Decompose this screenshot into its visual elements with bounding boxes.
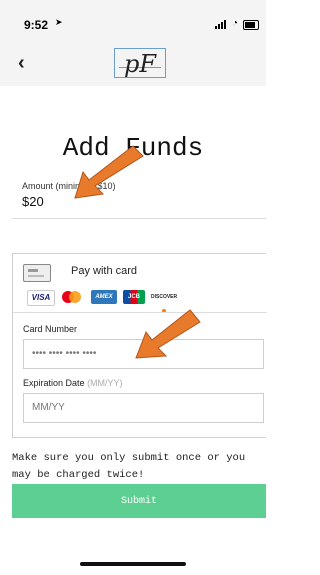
status-bar: 9:52 ➤ ◔ xyxy=(0,0,266,44)
battery-icon xyxy=(243,20,259,30)
home-indicator xyxy=(80,562,186,566)
amex-logo-icon: AMEX xyxy=(91,290,117,304)
expiration-date-input[interactable]: MM/YY xyxy=(23,393,264,423)
logo: pF xyxy=(114,48,166,78)
discover-logo-text: DISCOVER xyxy=(151,294,178,300)
amount-input[interactable]: $20 xyxy=(22,194,44,209)
card-number-label: Card Number xyxy=(23,324,78,334)
submit-button[interactable]: Submit xyxy=(12,484,266,518)
credit-card-icon xyxy=(23,264,51,282)
location-arrow-icon: ➤ xyxy=(55,17,63,27)
pay-with-card-label: Pay with card xyxy=(71,265,138,277)
chevron-left-icon: ‹ xyxy=(18,52,25,74)
expiration-format-hint: (MM/YY) xyxy=(87,378,123,388)
cellular-signal-icon xyxy=(215,20,229,29)
amount-field-group: Amount (minimum $10) $20 xyxy=(12,178,266,219)
discover-logo-icon: DISCOVER xyxy=(151,290,178,313)
duplicate-charge-warning: Make sure you only submit once or you ma… xyxy=(12,452,246,481)
jcb-logo-icon: JCB xyxy=(123,290,145,304)
nav-bar: ‹ pF xyxy=(0,44,266,86)
divider xyxy=(13,312,267,313)
status-time: 9:52 xyxy=(24,18,49,32)
wifi-icon: ◔ xyxy=(232,18,239,29)
expiration-date-label: Expiration Date (MM/YY) xyxy=(23,378,123,388)
card-payment-panel: Pay with card VISA AMEX JCB DISCOVER Car… xyxy=(12,253,267,438)
back-button[interactable]: ‹ xyxy=(18,52,25,75)
logo-text: pF xyxy=(123,50,156,78)
expiration-label-text: Expiration Date xyxy=(23,378,85,388)
visa-logo-icon: VISA xyxy=(27,290,55,306)
mastercard-logo-icon xyxy=(59,290,85,304)
